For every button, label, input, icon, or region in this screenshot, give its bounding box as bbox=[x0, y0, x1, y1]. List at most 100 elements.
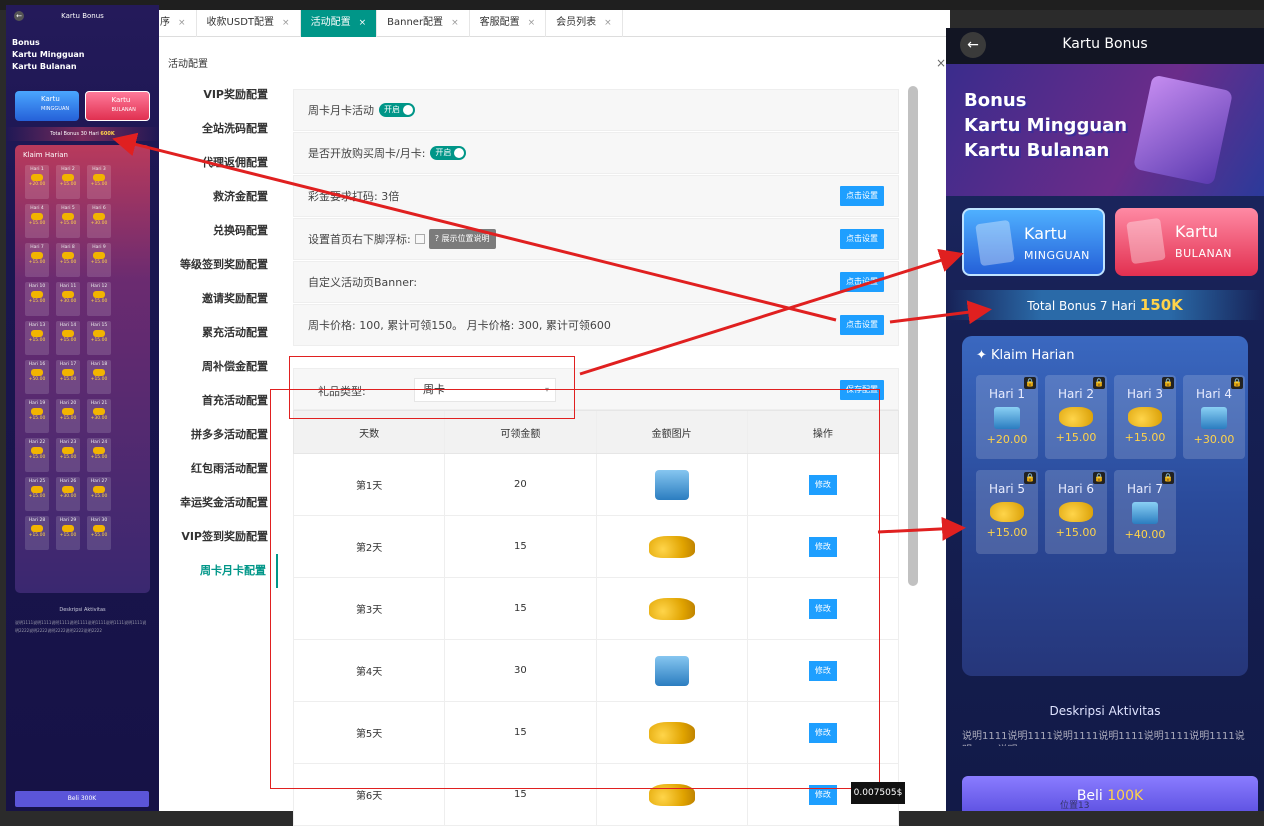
day-cell[interactable]: Hari 9 +15.00 bbox=[87, 243, 111, 277]
tab-item[interactable]: Banner配置 × bbox=[377, 10, 470, 37]
activity-toggle[interactable]: 开启 bbox=[379, 103, 415, 117]
gold-coins-icon bbox=[31, 330, 43, 337]
gold-coins-icon bbox=[1128, 407, 1162, 427]
day-cell[interactable]: Hari 23 +15.00 bbox=[56, 438, 80, 472]
desc-text: 说明1111说明1111说明1111说明1111说明1111说明1111说明11… bbox=[15, 620, 147, 633]
day-cell[interactable]: 🔒 Hari 4 +30.00 bbox=[1183, 375, 1245, 459]
menu-item[interactable]: 等级签到奖励配置 bbox=[172, 248, 278, 282]
close-icon[interactable]: × bbox=[178, 18, 186, 28]
day-cell[interactable]: Hari 25 +15.00 bbox=[25, 477, 49, 511]
gold-coins-icon bbox=[93, 525, 105, 532]
tab-item[interactable]: 活动配置 × bbox=[300, 10, 378, 37]
set-button[interactable]: 点击设置 bbox=[840, 272, 884, 292]
day-cell[interactable]: Hari 27 +15.00 bbox=[87, 477, 111, 511]
scrollbar[interactable] bbox=[908, 86, 918, 586]
weekly-card-tab[interactable]: Kartu MINGGUAN bbox=[15, 91, 79, 121]
menu-item[interactable]: 邀请奖励配置 bbox=[172, 282, 278, 316]
close-icon[interactable]: × bbox=[359, 18, 367, 28]
day-cell[interactable]: Hari 22 +15.00 bbox=[25, 438, 49, 472]
monthly-card-tab[interactable]: Kartu BULANAN bbox=[84, 91, 150, 121]
menu-item[interactable]: VIP签到奖励配置 bbox=[172, 520, 278, 554]
menu-item[interactable]: 周卡月卡配置 bbox=[172, 554, 278, 588]
day-cell[interactable]: Hari 5 +15.00 bbox=[56, 204, 80, 238]
set-button[interactable]: 点击设置 bbox=[840, 186, 884, 206]
day-label: Hari 12 bbox=[90, 284, 108, 289]
day-amount: +15.00 bbox=[28, 416, 46, 421]
day-cell[interactable]: Hari 14 +15.00 bbox=[56, 321, 80, 355]
menu-item[interactable]: 幸运奖金活动配置 bbox=[172, 486, 278, 520]
card-switch: Kartu MINGGUAN Kartu BULANAN bbox=[6, 91, 159, 121]
set-button[interactable]: 点击设置 bbox=[840, 315, 884, 335]
day-cell[interactable]: Hari 29 +15.00 bbox=[56, 516, 80, 550]
day-cell[interactable]: 🔒 Hari 3 +15.00 bbox=[1114, 375, 1176, 459]
day-cell[interactable]: Hari 24 +15.00 bbox=[87, 438, 111, 472]
day-amount: +15.00 bbox=[59, 533, 77, 538]
monthly-card-tab[interactable]: Kartu BULANAN bbox=[1115, 208, 1258, 276]
back-arrow-icon[interactable]: ← bbox=[960, 32, 986, 58]
day-cell[interactable]: Hari 15 +15.00 bbox=[87, 321, 111, 355]
day-cell[interactable]: Hari 26 +30.00 bbox=[56, 477, 80, 511]
day-cell[interactable]: Hari 12 +15.00 bbox=[87, 282, 111, 316]
gold-coins-icon bbox=[62, 486, 74, 493]
tab-label: 会员列表 bbox=[556, 17, 597, 28]
day-cell[interactable]: 🔒 Hari 1 +20.00 bbox=[976, 375, 1038, 459]
day-label: Hari 1 bbox=[988, 387, 1026, 401]
day-cell[interactable]: Hari 8 +15.00 bbox=[56, 243, 80, 277]
day-cell[interactable]: Hari 3 +15.00 bbox=[87, 165, 111, 199]
close-icon[interactable]: × bbox=[451, 18, 459, 28]
close-icon[interactable]: × bbox=[282, 18, 290, 28]
day-cell[interactable]: Hari 20 +15.00 bbox=[56, 399, 80, 433]
day-label: Hari 1 bbox=[30, 167, 44, 172]
gold-coins-icon bbox=[62, 408, 74, 415]
menu-item[interactable]: 拼多多活动配置 bbox=[172, 418, 278, 452]
day-amount: +30.00 bbox=[90, 221, 108, 226]
day-cell[interactable]: Hari 13 +15.00 bbox=[25, 321, 49, 355]
menu-item[interactable]: 兑换码配置 bbox=[172, 214, 278, 248]
menu-item[interactable]: VIP奖励配置 bbox=[172, 78, 278, 112]
day-cell[interactable]: 🔒 Hari 2 +15.00 bbox=[1045, 375, 1107, 459]
purchase-toggle[interactable]: 开启 bbox=[430, 146, 467, 160]
day-cell[interactable]: Hari 10 +15.00 bbox=[25, 282, 49, 316]
day-cell[interactable]: Hari 4 +15.00 bbox=[25, 204, 49, 238]
gold-coins-icon bbox=[31, 525, 43, 532]
menu-item[interactable]: 周补偿金配置 bbox=[172, 350, 278, 384]
day-cell[interactable]: Hari 17 +15.00 bbox=[56, 360, 80, 394]
weekly-card-tab[interactable]: Kartu MINGGUAN bbox=[962, 208, 1106, 276]
buy-button[interactable]: Beli 300K bbox=[15, 791, 149, 807]
tab-label: 客服配置 bbox=[479, 17, 520, 28]
day-cell[interactable]: Hari 7 +15.00 bbox=[25, 243, 49, 277]
menu-item[interactable]: 全站洗码配置 bbox=[172, 112, 278, 146]
tab-item[interactable]: 收款USDT配置 × bbox=[197, 10, 301, 37]
day-cell[interactable]: Hari 11 +30.00 bbox=[56, 282, 80, 316]
day-cell[interactable]: Hari 18 +15.00 bbox=[87, 360, 111, 394]
menu-item[interactable]: 红包雨活动配置 bbox=[172, 452, 278, 486]
back-arrow-icon[interactable]: ← bbox=[14, 11, 24, 21]
menu-item[interactable]: 首充活动配置 bbox=[172, 384, 278, 418]
set-button[interactable]: 点击设置 bbox=[840, 229, 884, 249]
menu-item[interactable]: 代理返佣配置 bbox=[172, 146, 278, 180]
tab-item[interactable]: 客服配置 × bbox=[470, 10, 547, 37]
day-cell[interactable]: Hari 28 +15.00 bbox=[25, 516, 49, 550]
day-cell[interactable]: Hari 19 +15.00 bbox=[25, 399, 49, 433]
day-cell[interactable]: Hari 1 +20.00 bbox=[25, 165, 49, 199]
day-cell[interactable]: Hari 21 +30.00 bbox=[87, 399, 111, 433]
close-icon[interactable]: × bbox=[528, 18, 536, 28]
day-amount: +30.00 bbox=[1193, 433, 1235, 446]
desc-text: 说明1111说明1111说明1111说明1111说明1111说明1111说明11… bbox=[962, 731, 1245, 746]
day-cell[interactable]: 🔒 Hari 7 +40.00 bbox=[1114, 470, 1176, 554]
day-cell[interactable]: Hari 6 +30.00 bbox=[87, 204, 111, 238]
day-cell[interactable]: 🔒 Hari 5 +15.00 bbox=[976, 470, 1038, 554]
tab-item[interactable]: 会员列表 × bbox=[546, 10, 623, 37]
day-cell[interactable]: 🔒 Hari 6 +15.00 bbox=[1045, 470, 1107, 554]
buy-button[interactable]: Beli 100K bbox=[962, 776, 1258, 811]
day-cell[interactable]: Hari 30 +55.00 bbox=[87, 516, 111, 550]
position-tip-button[interactable]: ? 展示位置说明 bbox=[428, 229, 496, 249]
close-icon[interactable]: × bbox=[604, 18, 612, 28]
close-icon[interactable]: × bbox=[936, 56, 946, 70]
day-cell[interactable]: Hari 16 +50.00 bbox=[25, 360, 49, 394]
menu-item[interactable]: 救济金配置 bbox=[172, 180, 278, 214]
menu-item[interactable]: 累充活动配置 bbox=[172, 316, 278, 350]
total-value: 600K bbox=[100, 131, 115, 137]
day-amount: +15.00 bbox=[28, 455, 46, 460]
day-cell[interactable]: Hari 2 +15.00 bbox=[56, 165, 80, 199]
